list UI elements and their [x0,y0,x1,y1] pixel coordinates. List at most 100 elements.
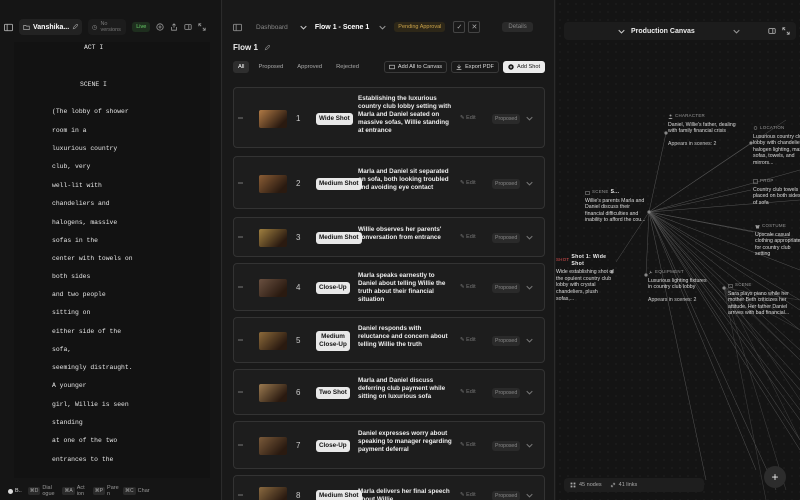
drag-handle-icon[interactable]: ═ [238,284,244,291]
details-button[interactable]: Details [502,22,533,32]
user-avatar[interactable]: B.. [8,488,22,494]
shot-card[interactable]: ═ 2 Medium Shot Marla and Daniel sit separa… [233,156,545,209]
script-line: (The lobby of shower [52,108,129,115]
chevron-down-icon[interactable] [526,116,533,121]
chevron-down-icon[interactable] [526,181,533,186]
shot-type-badge[interactable]: Close-Up [316,282,350,294]
drag-handle-icon[interactable]: ═ [238,180,244,187]
chevron-down-icon[interactable] [526,235,533,240]
production-canvas[interactable]: Production Canvas CHARACTER Daniel, Will… [556,0,800,500]
tab-approved[interactable]: Approved [292,61,327,73]
character-button[interactable]: ⌘C Char [123,487,150,495]
edit-button[interactable]: ✎ Edit [460,337,476,343]
panel-icon[interactable] [768,27,776,35]
paren-button[interactable]: ⌘P Pare n [92,485,119,497]
scene-node[interactable]: SCENE S... Willie's parents Marla and Dan… [585,189,647,224]
shot-type-badge[interactable]: Wide Shot [316,112,353,125]
chevron-down-icon[interactable] [526,443,533,448]
approve-button[interactable]: ✓ [453,21,466,33]
canvas-title[interactable]: Production Canvas [631,28,695,35]
shot-thumbnail[interactable] [259,487,287,500]
tab-all[interactable]: All [233,61,250,73]
chevron-down-icon[interactable] [618,29,625,34]
drag-handle-icon[interactable]: ═ [238,492,244,499]
add-node-button[interactable]: + [764,466,786,488]
shot-type-badge[interactable]: Two Shot [316,387,350,399]
expand-icon[interactable] [198,23,206,31]
chevron-down-icon[interactable] [733,29,740,34]
drag-handle-icon[interactable]: ═ [238,115,244,122]
chevron-down-icon[interactable] [526,338,533,343]
drag-handle-icon[interactable]: ═ [238,442,244,449]
chevron-down-icon[interactable] [526,493,533,498]
shot-thumbnail[interactable] [259,332,287,350]
tab-proposed[interactable]: Proposed [253,61,288,73]
edit-button[interactable]: ✎ Edit [460,492,476,498]
shot-card[interactable]: ═ 1 Wide Shot Establishing the luxurious co… [233,87,545,148]
script-editor[interactable]: ACT I SCENE I (The lobby of shower room in … [14,42,210,478]
scene-title[interactable]: Flow 1 - Scene 1 [315,24,369,31]
shot-type-badge[interactable]: Medium Close-Up [316,331,350,351]
edit-button[interactable]: ✎ Edit [460,115,476,121]
shot-thumbnail[interactable] [259,279,287,297]
panel-icon[interactable] [184,23,192,31]
chevron-down-icon[interactable] [379,25,386,30]
action-button[interactable]: ⌘A Act ion [62,485,86,497]
sidebar-toggle-icon[interactable] [4,23,13,32]
pencil-icon[interactable] [72,24,79,30]
shot-thumbnail[interactable] [259,229,287,247]
breadcrumb-dashboard[interactable]: Dashboard [256,24,288,31]
add-shot-button[interactable]: Add Shot [502,61,545,73]
project-selector[interactable]: Vanshika... [19,19,83,35]
shot-thumbnail[interactable] [259,109,287,128]
shot-card[interactable]: ═ 5 Medium Close-Up Daniel responds with re… [233,317,545,363]
chevron-down-icon[interactable] [526,285,533,290]
add-all-to-canvas-button[interactable]: Add All to Canvas [383,61,448,73]
chevron-down-icon[interactable] [526,390,533,395]
reject-button[interactable]: ✕ [468,21,481,33]
costume-node[interactable]: COSTUME Upscale casual clothing appropri… [755,223,800,258]
versions-selector[interactable]: No versions [88,19,127,35]
edit-button[interactable]: ✎ Edit [460,284,476,290]
pencil-icon[interactable] [264,44,270,51]
shot-card[interactable]: ═ 6 Two Shot Marla and Daniel discuss defer… [233,369,545,415]
drag-handle-icon[interactable]: ═ [238,234,244,241]
shot-type-badge[interactable]: Close-Up [316,440,350,452]
export-pdf-button[interactable]: Export PDF [451,61,499,73]
edit-button[interactable]: ✎ Edit [460,389,476,395]
location-node[interactable]: LOCATION Luxurious country club lobby wi… [753,125,800,167]
character-node[interactable]: CHARACTER Daniel, Willie's father, deali… [668,113,738,147]
shot-node[interactable]: SHOT Shot 1: Wide Shot Wide establishing … [556,254,616,302]
shot-card[interactable]: ═ 3 Medium Shot Willie observes her parents… [233,217,545,257]
status-badge: Proposed [492,491,521,500]
shot-type-badge[interactable]: Medium Shot [316,177,362,190]
dialogue-button[interactable]: ⌘D Dial ogue [27,485,57,497]
scene-node-2[interactable]: SCENE Sara plays piano while her mother … [728,282,798,317]
expand-icon[interactable] [782,27,790,35]
shot-card[interactable]: ═ 7 Close-Up Daniel expresses worry about s… [233,421,545,469]
shot-thumbnail[interactable] [259,384,287,402]
shot-type-badge[interactable]: Medium Shot [316,232,362,244]
shot-card[interactable]: ═ 4 Close-Up Marla speaks earnestly to Dani… [233,263,545,311]
shot-thumbnail[interactable] [259,437,287,455]
add-icon[interactable] [156,23,164,31]
equipment-node[interactable]: EQUIPMENT Luxurious lighting fixtures in… [648,269,710,303]
shot-type-badge[interactable]: Medium Shot [316,490,362,500]
canvas-port[interactable] [647,210,651,214]
shot-thumbnail[interactable] [259,174,287,193]
node-footer: Appears in scenes: 2 [668,140,717,147]
canvas-port[interactable] [722,286,726,290]
edit-button[interactable]: ✎ Edit [460,442,476,448]
drag-handle-icon[interactable]: ═ [238,337,244,344]
status-badge: Proposed [492,283,521,293]
tab-rejected[interactable]: Rejected [331,61,364,73]
script-line: well-lit with [52,182,102,189]
sidebar-toggle-icon[interactable] [233,23,242,32]
edit-button[interactable]: ✎ Edit [460,180,476,186]
prop-node[interactable]: PROP Country club towels placed on both … [753,178,800,206]
edit-button[interactable]: ✎ Edit [460,234,476,240]
script-panel: Vanshika... No versions Live ACT I SCENE … [0,0,222,500]
share-icon[interactable] [170,23,178,31]
drag-handle-icon[interactable]: ═ [238,389,244,396]
shot-card[interactable]: ═ 8 Medium Shot Marla delivers her final sp… [233,475,545,500]
